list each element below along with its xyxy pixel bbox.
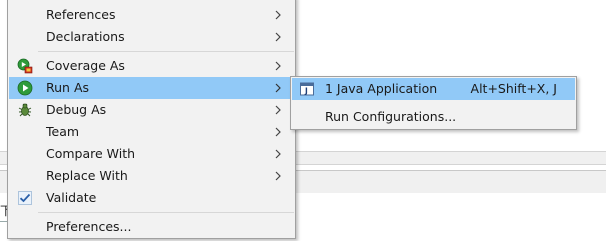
- menu-item-run-as[interactable]: Run As: [9, 77, 294, 99]
- menu-item-label: Debug As: [46, 102, 107, 117]
- submenu-arrow-icon: [273, 146, 283, 162]
- menu-item-team[interactable]: Team: [9, 121, 294, 143]
- java-application-icon: J: [299, 81, 315, 97]
- menu-item-label: Compare With: [46, 146, 136, 161]
- submenu-arrow-icon: [273, 29, 283, 45]
- menu-item-label: Team: [46, 124, 80, 139]
- submenu-arrow-icon: [273, 168, 283, 184]
- submenu-item-label: Run Configurations...: [325, 109, 457, 124]
- keyboard-shortcut: Alt+Shift+X, J: [470, 81, 557, 96]
- menu-item-label: Preferences...: [46, 219, 132, 234]
- run-icon: [17, 80, 33, 96]
- coverage-icon: [17, 58, 33, 74]
- submenu-item-label: 1 Java Application: [325, 81, 438, 96]
- menu-item-label: Validate: [46, 190, 97, 205]
- submenu-arrow-icon: [273, 58, 283, 74]
- menu-item-label: Declarations: [46, 29, 125, 44]
- submenu-item-java-application[interactable]: J 1 Java Application Alt+Shift+X, J: [292, 78, 575, 100]
- menu-separator: [38, 212, 294, 213]
- menu-item-debug-as[interactable]: Debug As: [9, 99, 294, 121]
- menu-item-compare-with[interactable]: Compare With: [9, 143, 294, 165]
- menu-item-label: Coverage As: [46, 58, 125, 73]
- submenu-arrow-icon: [273, 124, 283, 140]
- debug-bug-icon: [17, 102, 33, 118]
- submenu-item-run-configurations[interactable]: Run Configurations...: [292, 106, 575, 128]
- menu-item-replace-with[interactable]: Replace With: [9, 165, 294, 187]
- menu-item-label: References: [46, 7, 116, 22]
- menu-item-label: Replace With: [46, 168, 128, 183]
- menu-item-label: Run As: [46, 80, 90, 95]
- menu-item-coverage-as[interactable]: Coverage As: [9, 55, 294, 77]
- menu-item-validate[interactable]: Validate: [9, 187, 294, 209]
- run-as-submenu: J 1 Java Application Alt+Shift+X, J Run …: [290, 76, 577, 130]
- menu-item-preferences[interactable]: Preferences...: [9, 216, 294, 238]
- submenu-arrow-icon: [273, 80, 283, 96]
- checkmark-icon: [17, 190, 33, 206]
- svg-text:J: J: [304, 87, 308, 96]
- menu-separator: [38, 51, 294, 52]
- context-menu: References Declarations Coverage As Run …: [7, 0, 296, 239]
- submenu-arrow-icon: [273, 7, 283, 23]
- menu-item-declarations[interactable]: Declarations: [9, 26, 294, 48]
- menu-item-references[interactable]: References: [9, 4, 294, 26]
- submenu-arrow-icon: [273, 102, 283, 118]
